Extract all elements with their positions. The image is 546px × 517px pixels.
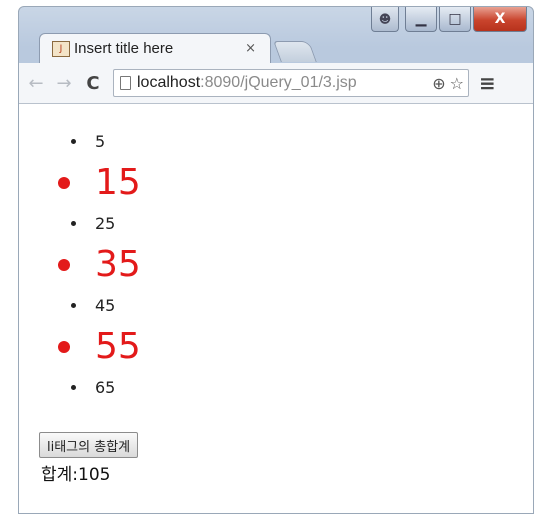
tab-title: Insert title here	[74, 40, 174, 57]
list-item: 25	[55, 210, 141, 238]
list-item: 65	[55, 374, 141, 402]
minimize-button[interactable]: ▁	[405, 7, 437, 32]
url-path: :8090/jQuery_01/3.jsp	[200, 74, 357, 91]
new-tab-button[interactable]	[273, 41, 317, 62]
sum-result: 합계:105	[41, 465, 111, 485]
browser-tab[interactable]: J Insert title here ×	[39, 33, 271, 63]
user-profile-icon[interactable]: ☻	[371, 7, 399, 32]
reload-icon[interactable]: C	[81, 73, 105, 94]
zoom-icon[interactable]: ⊕	[432, 74, 445, 93]
list-item: 5	[55, 128, 141, 156]
page-content: 5 15 25 35 45 55 65 li태그의 총합계 합계:105	[19, 104, 533, 513]
window-controls: ☻ ▁ □ X	[371, 7, 527, 32]
back-arrow-icon[interactable]: ←	[25, 73, 47, 94]
page-icon	[120, 76, 131, 90]
list-item-highlighted: 35	[55, 238, 141, 292]
url-host: localhost	[137, 74, 201, 91]
jsp-file-icon: J	[52, 40, 70, 57]
number-list: 5 15 25 35 45 55 65	[55, 128, 141, 402]
list-item: 45	[55, 292, 141, 320]
sum-button[interactable]: li태그의 총합계	[39, 432, 139, 458]
list-item-highlighted: 55	[55, 320, 141, 374]
browser-toolbar: ← → C localhost :8090/jQuery_01/3.jsp ⊕ …	[19, 63, 533, 104]
list-item-highlighted: 15	[55, 156, 141, 210]
menu-icon[interactable]: ≡	[479, 71, 496, 95]
maximize-button[interactable]: □	[439, 7, 471, 32]
browser-window: ☻ ▁ □ X J Insert title here × ← → C loca…	[18, 6, 534, 514]
forward-arrow-icon[interactable]: →	[53, 73, 75, 94]
bookmark-star-icon[interactable]: ☆	[450, 74, 464, 93]
close-window-button[interactable]: X	[473, 7, 527, 32]
address-bar[interactable]: localhost :8090/jQuery_01/3.jsp ⊕ ☆	[113, 69, 469, 97]
tab-close-icon[interactable]: ×	[245, 41, 256, 56]
